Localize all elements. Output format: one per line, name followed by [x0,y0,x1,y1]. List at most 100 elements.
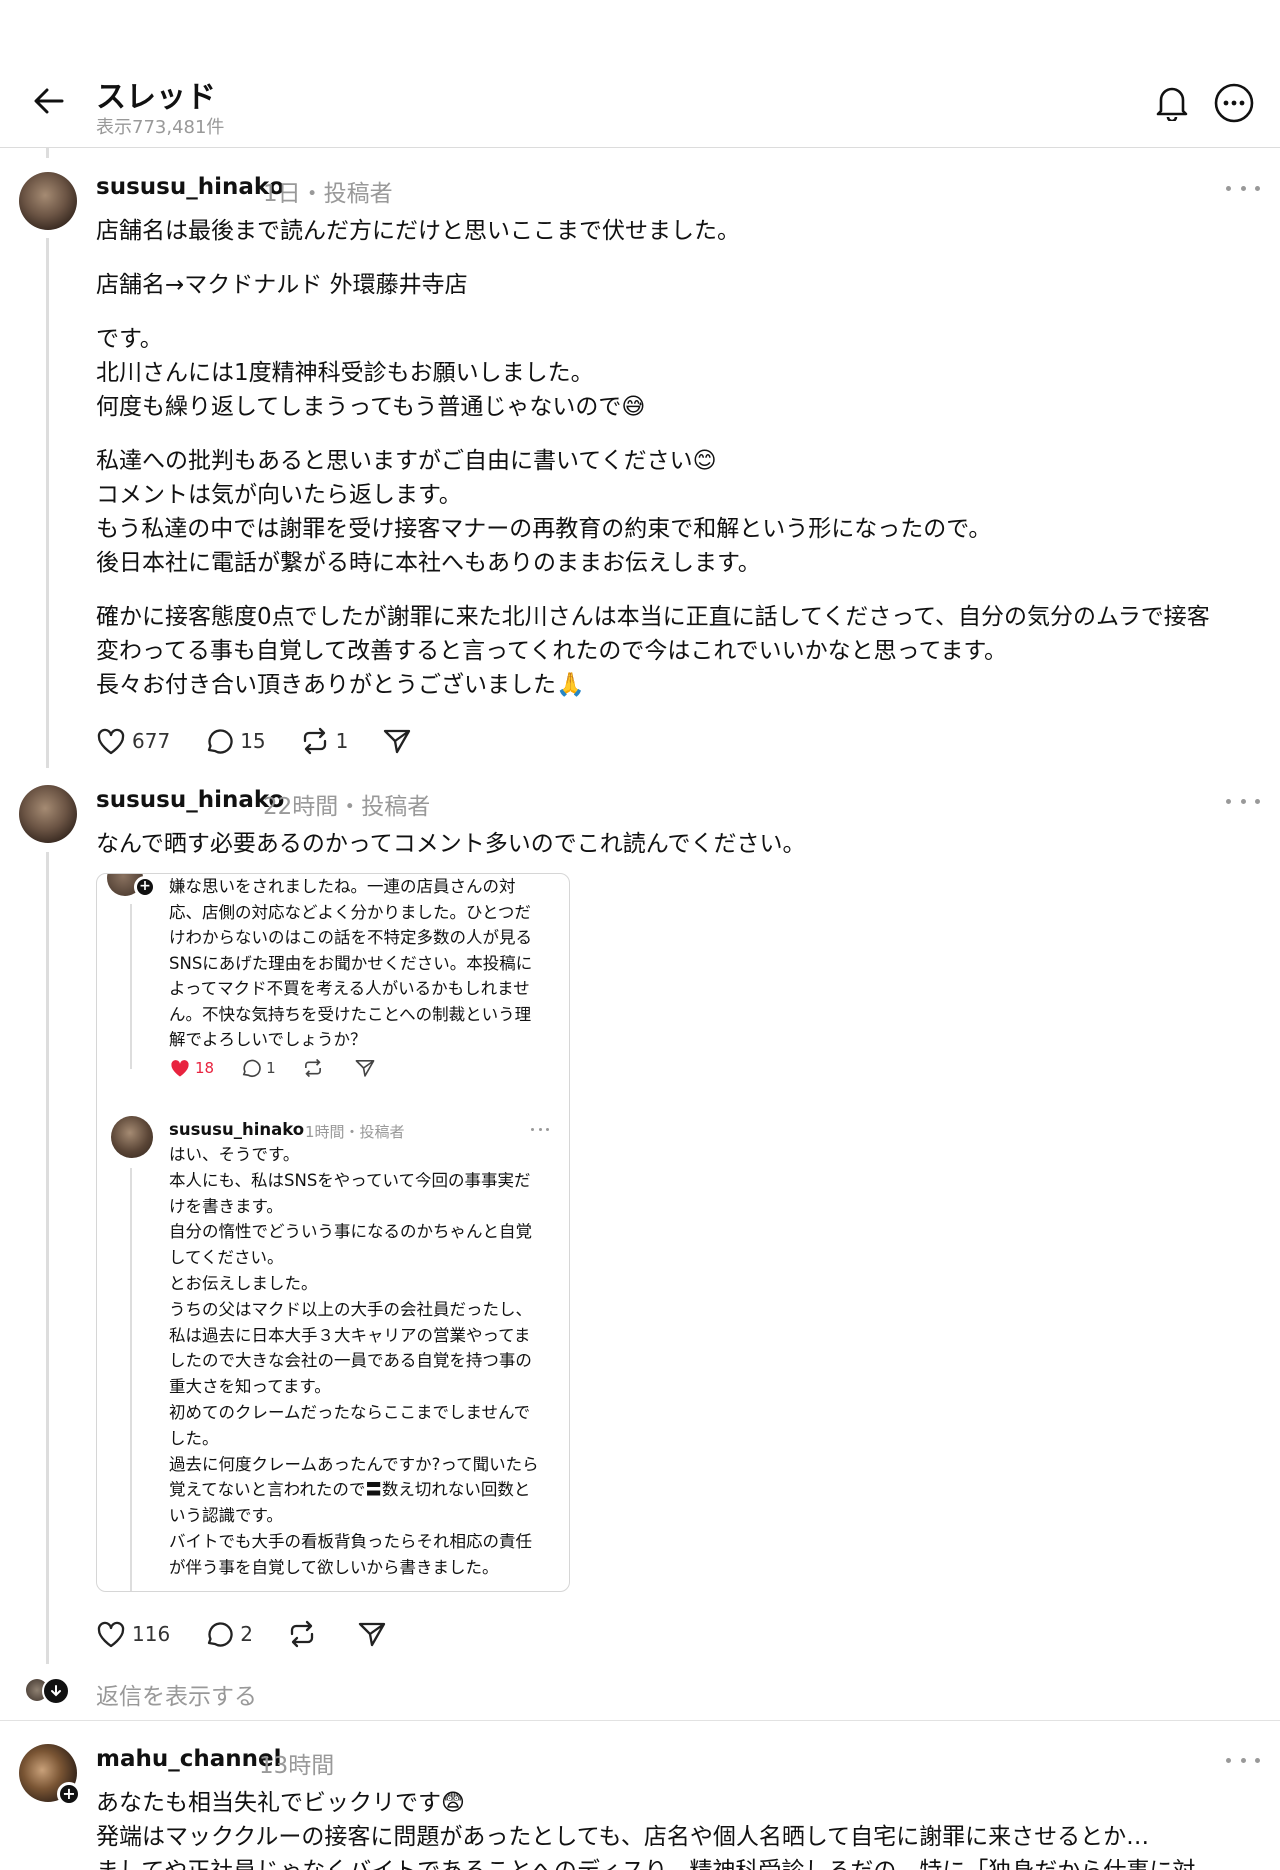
bell-icon[interactable] [1152,82,1192,122]
text-line: けを書きます。 [169,1196,283,1216]
text-line: 応、店側の対応などよく分かりました。ひとつだ [169,902,531,922]
arrow-down-icon [42,1677,70,1705]
text-line: SNSにあげた理由をお聞かせください。本投稿に [169,953,533,973]
text-line: 解でよろしいでしょうか？ [169,1030,367,1049]
reply-connector [130,1168,132,1591]
username[interactable]: sususu_hinako [96,174,284,200]
username[interactable]: sususu_hinako [96,787,284,813]
text-line: うちの父はマクド以上の大手の会社員だったし、 [169,1299,532,1319]
text-line: コメントは気が向いたら返します。 [96,482,462,508]
comment-count: 1 [266,1059,276,1077]
author-meta: 1時間・投稿者 [305,1123,405,1141]
back-arrow-icon[interactable] [30,82,68,120]
avatar[interactable] [19,785,77,843]
post-body: あなたも相当失礼でビックリです😨 発端はマッククルーの接客に問題があったとしても… [96,1786,1195,1870]
text-line: 私達への批判もあると思いますがご自由に書いてください😊 [96,448,717,474]
comment-count: 2 [240,1622,253,1646]
text-line: です。 [96,326,163,352]
text-line: が伴う事を自覚して欲しいから書きました。 [169,1557,499,1577]
text-line: 過去に何度クレームあったんですか?って聞いたら [169,1454,539,1474]
like-count: 116 [132,1622,171,1646]
follow-plus-icon: + [134,876,156,898]
comment-count: 15 [240,729,266,753]
text-line: 後日本社に電話が繋がる時に本社へもありのままお伝えします。 [96,550,761,576]
text-line: 重大さを知ってます。 [169,1377,331,1397]
reply-connector [130,904,132,1069]
answer-text: はい、そうです。 本人にも、私はSNSをやっていて今回の事事実だ けを書きます。… [169,1142,539,1581]
like-button[interactable]: 677 [96,727,170,755]
text-line: した。 [169,1428,219,1448]
comment-icon [242,1059,261,1078]
text-line: 発端はマッククルーの接客に問題があったとしても、店名や個人名晒して自宅に謝罪に来… [96,1824,1150,1850]
heart-icon [97,1621,125,1648]
show-replies-link[interactable]: 返信を表示する [96,1677,257,1711]
text-line: 自分の惰性でどういう事になるのかちゃんと自覚 [169,1222,532,1242]
like-count: 677 [132,729,171,753]
share-button[interactable] [382,727,418,755]
text-line: 店舗名→マクドナルド 外環藤井寺店 [96,272,468,298]
like-count: 18 [195,1059,215,1077]
more-options-icon[interactable] [1214,83,1254,123]
post-menu-icon[interactable] [1226,789,1260,813]
thread-connector [46,852,49,1664]
text-line: 変わってる事も自覚して改善すると言ってくれたので今はこれでいいかなと思ってます。 [96,638,1008,664]
repost-count: 1 [335,729,349,753]
top-bar: スレッド 表示773,481件 [0,0,1280,148]
post-actions: 677 15 1 [96,725,452,757]
text-line: はい、そうです。 [169,1145,300,1164]
heart-icon [97,728,125,755]
page-title: スレッド [96,80,216,115]
reply-avatars [26,1677,72,1705]
post-meta: 13時間 [259,1753,335,1779]
text-line: ん。不快な気持ちを受けたことへの制裁という理 [169,1004,532,1024]
send-indicator [354,1058,380,1078]
text-line: 私は過去に日本大手３大キャリアの営業やってま [169,1325,531,1345]
like-button[interactable]: 116 [96,1620,170,1648]
heart-filled-icon [171,1060,189,1077]
comment-icon [208,729,233,754]
comment-button[interactable]: 2 [204,1620,253,1648]
text-line: 何度も繰り返してしまうってもう普通じゃないので😅 [96,394,646,420]
text-line: よってマクド不買を考える人がいるかもしれませ [169,979,530,998]
text-line: 覚えてないと言われたので〓数え切れない回数と [169,1480,531,1500]
embedded-screenshot[interactable]: + 嫌な思いをされましたね。一連の店員さんの対 応、店側の対応などよく分かりまし… [96,873,570,1592]
repost-icon [290,1620,314,1648]
text-line: バイトでも大手の看板背負ったらそれ相応の責任 [169,1531,532,1551]
repost-button[interactable]: 1 [300,727,349,755]
text-line: 北川さんには1度精神科受診もお願いしました。 [96,360,594,386]
text-line: 初めてのクレームだったならここまでしませんで [169,1402,531,1422]
thread-connector [46,148,49,158]
repost-indicator [302,1058,328,1078]
text-line: もう私達の中では謝罪を受け接客マナーの再教育の約束で和解という形になったので。 [96,516,992,542]
repost-button[interactable] [287,1620,323,1648]
post-menu-icon[interactable] [1226,1748,1260,1772]
text-line: あなたも相当失礼でビックリです😨 [96,1790,465,1816]
post-actions: 116 2 [96,1618,427,1650]
follow-plus-icon[interactable]: + [57,1782,81,1806]
comment-button[interactable]: 15 [204,727,266,755]
text-line: 確かに接客態度0点でしたが謝罪に来た北川さんは本当に正直に話してくださって、自分… [96,604,1210,630]
author-avatar [111,1116,153,1158]
view-count: 表示773,481件 [96,117,225,138]
post-body: なんで晒す必要あるのかってコメント多いのでこれ読んでください。 [96,831,806,857]
reply-actions: 18 1 [169,1058,406,1078]
text-line: けわからないのはこの話を不特定多数の人が見る [169,928,532,947]
comment-indicator: 1 [240,1058,276,1078]
repost-icon [304,1058,321,1078]
post-menu-icon[interactable] [1226,176,1260,200]
text-line: 店舗名は最後まで読んだ方にだけと思いここまで伏せました。 [96,218,740,244]
share-button[interactable] [357,1620,393,1648]
text-line: いう認識です。 [169,1506,283,1526]
thread-connector [46,238,49,768]
text-line: してください。 [169,1248,284,1268]
text-line: とお伝えしました。 [169,1273,318,1293]
text-line: 本人にも、私はSNSをやっていて今回の事事実だ [169,1170,531,1190]
text-line: ましてや正社員じゃなくバイトであることへのディスり、精神科受診しろだの、特に「独… [96,1854,1195,1870]
reply-text: 嫌な思いをされましたね。一連の店員さんの対 応、店側の対応などよく分かりました。… [169,874,532,1053]
username[interactable]: mahu_channel [96,1746,282,1772]
post-body: 店舗名は最後まで読んだ方にだけと思いここまで伏せました。 店舗名→マクドナルド … [96,214,1210,702]
avatar[interactable] [19,172,77,230]
divider [0,1720,1280,1721]
send-icon [384,729,411,754]
post-meta: 1日・投稿者 [263,181,393,207]
